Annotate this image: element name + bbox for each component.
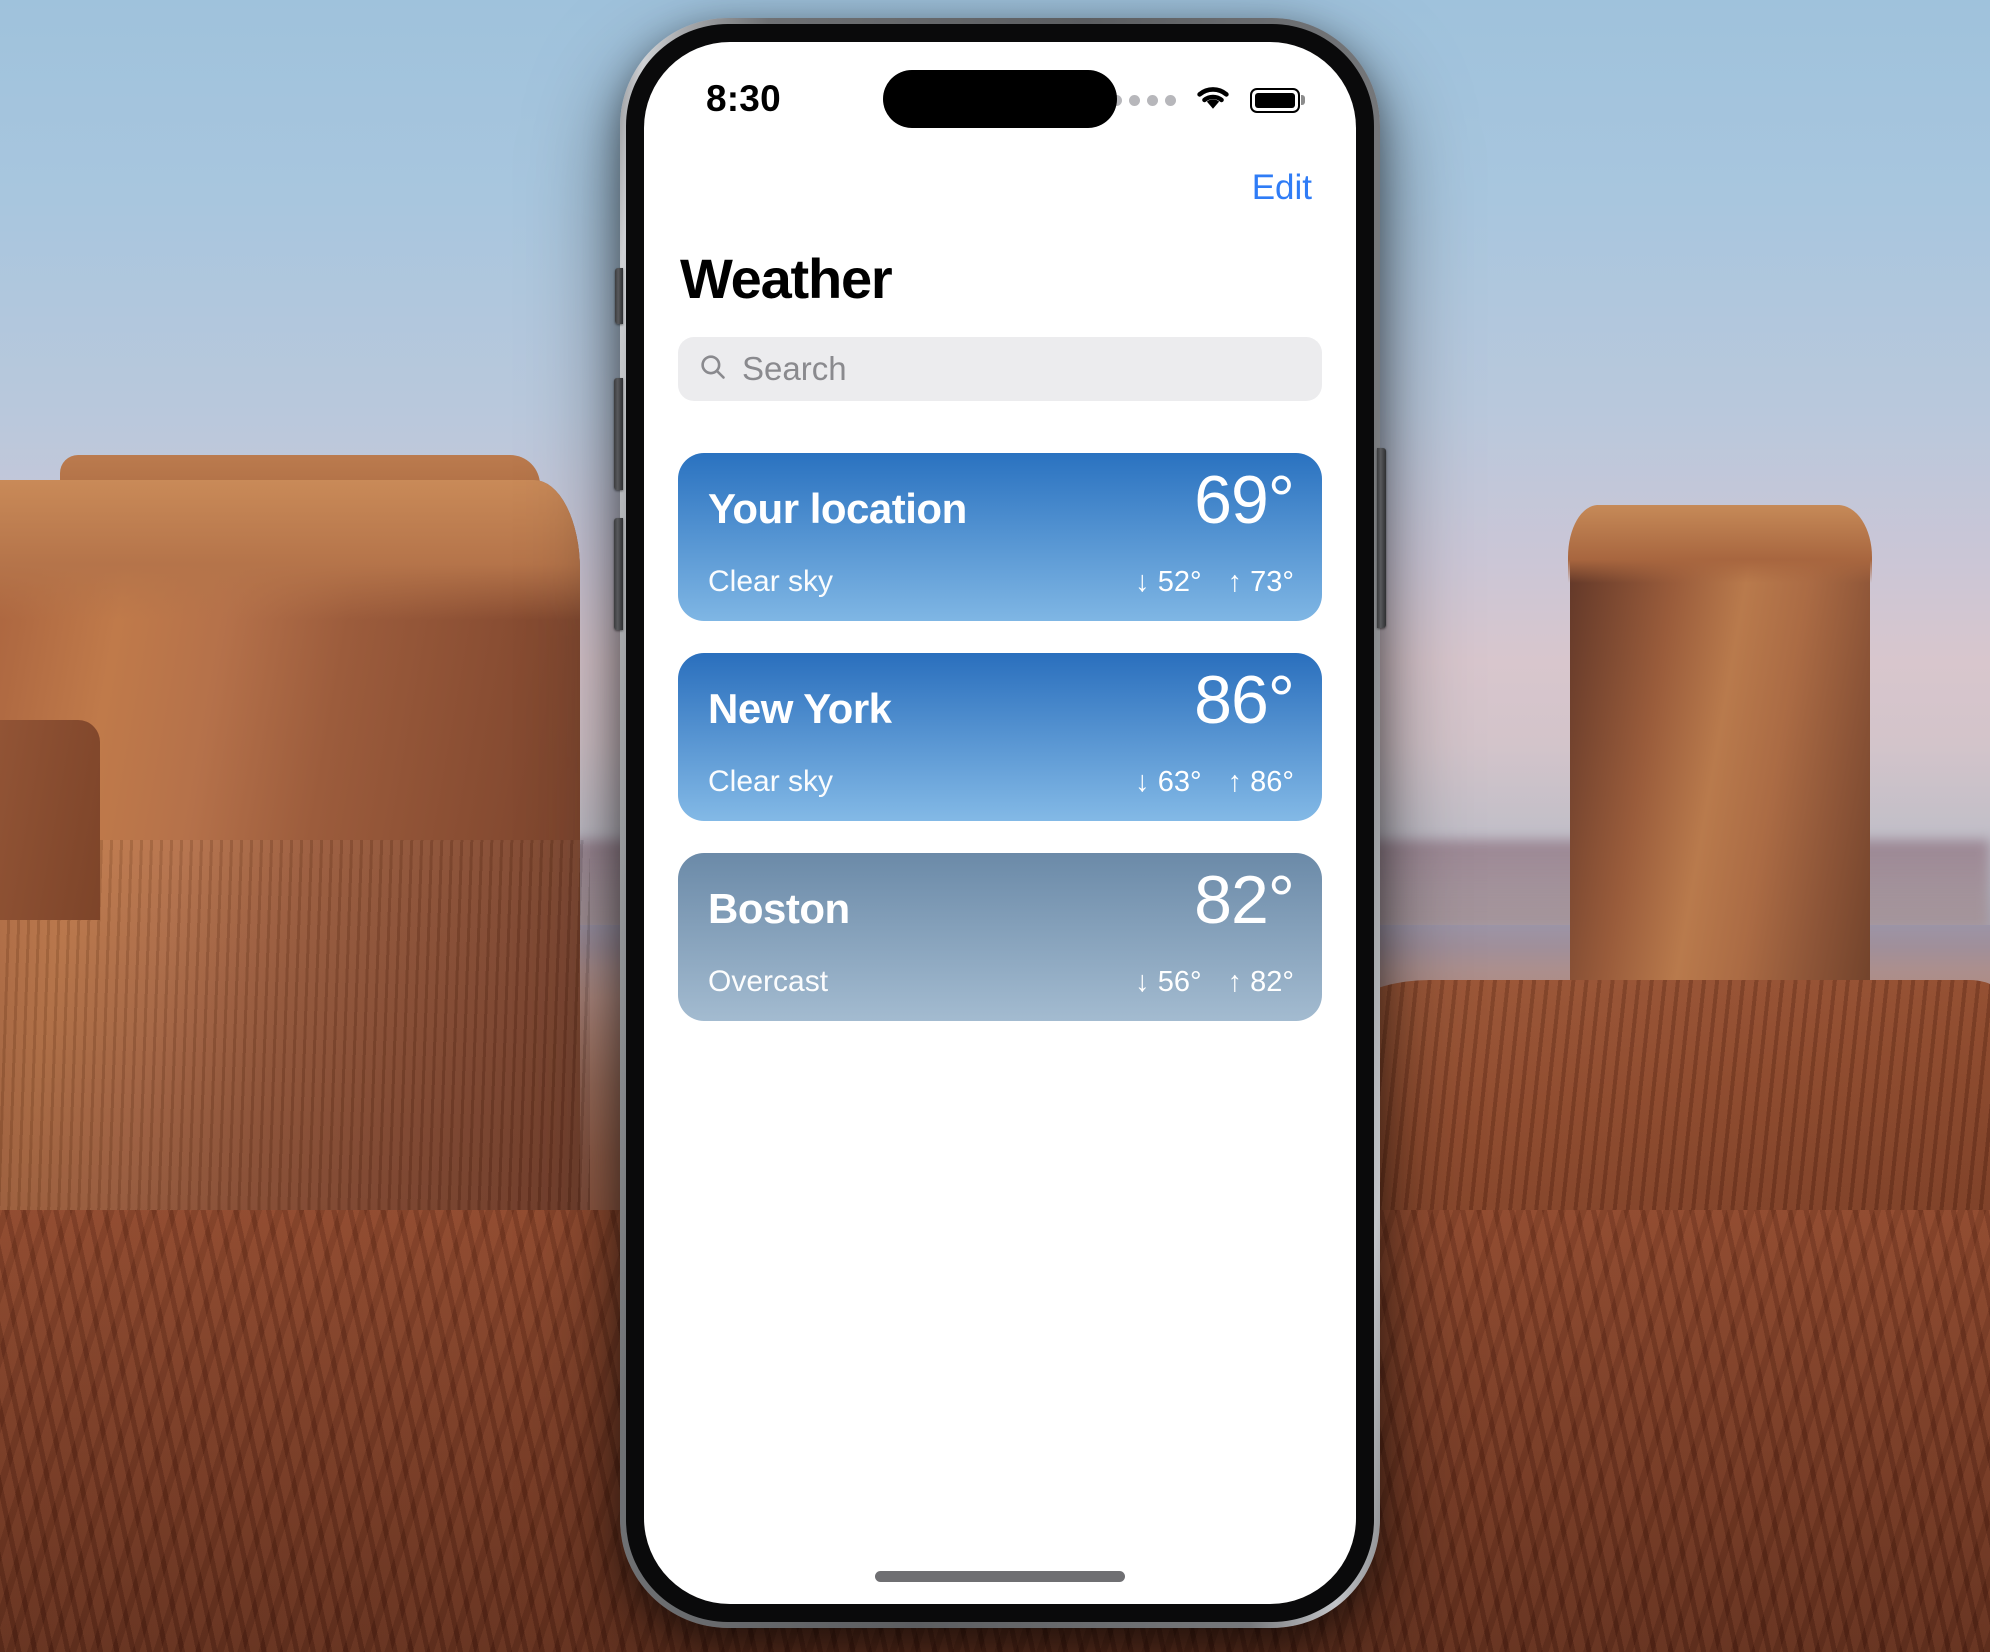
device-screen: 8:30 Edit Weather Search Your location 6… bbox=[644, 42, 1356, 1604]
nav-bar: Edit bbox=[678, 150, 1322, 212]
battery-icon bbox=[1250, 87, 1300, 113]
weather-app: Edit Weather Search Your location 69° Clea… bbox=[644, 150, 1356, 1604]
city-temperature: 82° bbox=[1194, 862, 1295, 938]
city-temperature: 86° bbox=[1194, 662, 1295, 738]
city-name: Boston bbox=[708, 885, 850, 932]
city-card-bottom: Clear sky ↓ 52° ↑ 73° bbox=[708, 565, 1294, 599]
city-card[interactable]: Your location 69° Clear sky ↓ 52° ↑ 73° bbox=[678, 453, 1322, 621]
volume-up-button[interactable] bbox=[614, 378, 623, 490]
city-name: New York bbox=[708, 685, 892, 732]
home-indicator[interactable] bbox=[875, 1571, 1125, 1582]
city-temperature: 69° bbox=[1194, 462, 1295, 538]
city-card[interactable]: New York 86° Clear sky ↓ 63° ↑ 86° bbox=[678, 653, 1322, 821]
city-condition: Clear sky bbox=[708, 765, 834, 798]
city-temp-high: ↑ 86° bbox=[1227, 766, 1294, 798]
city-card-bottom: Clear sky ↓ 63° ↑ 86° bbox=[708, 765, 1294, 799]
status-bar-time: 8:30 bbox=[706, 78, 781, 119]
city-temp-low: ↓ 52° bbox=[1135, 566, 1202, 598]
city-temp-low: ↓ 63° bbox=[1135, 766, 1202, 798]
edit-button[interactable]: Edit bbox=[1250, 164, 1314, 212]
city-card-top: Boston 82° bbox=[708, 866, 1295, 934]
search-placeholder: Search bbox=[742, 350, 847, 387]
search-input[interactable]: Search bbox=[678, 337, 1322, 401]
city-temp-low: ↓ 56° bbox=[1135, 966, 1202, 998]
city-card[interactable]: Boston 82° Overcast ↓ 56° ↑ 82° bbox=[678, 853, 1322, 1021]
wifi-icon bbox=[1193, 83, 1233, 117]
silence-switch[interactable] bbox=[615, 268, 623, 324]
city-temp-range: ↓ 56° ↑ 82° bbox=[1135, 966, 1294, 999]
city-condition: Overcast bbox=[708, 965, 829, 998]
search-icon bbox=[698, 352, 728, 387]
city-condition: Clear sky bbox=[708, 565, 834, 598]
city-card-top: Your location 69° bbox=[708, 466, 1295, 534]
city-card-bottom: Overcast ↓ 56° ↑ 82° bbox=[708, 965, 1294, 999]
power-button[interactable] bbox=[1377, 448, 1386, 628]
volume-down-button[interactable] bbox=[614, 518, 623, 630]
cellular-dots-icon bbox=[1111, 94, 1176, 106]
battery-fill bbox=[1255, 92, 1295, 108]
city-temp-range: ↓ 52° ↑ 73° bbox=[1135, 566, 1294, 599]
city-name: Your location bbox=[708, 485, 967, 532]
city-list: Your location 69° Clear sky ↓ 52° ↑ 73° New Y… bbox=[678, 453, 1322, 1021]
iphone-device: 8:30 Edit Weather Search Your location 6… bbox=[614, 18, 1386, 1628]
left-small-rock bbox=[0, 720, 100, 920]
city-temp-range: ↓ 63° ↑ 86° bbox=[1135, 766, 1294, 799]
city-card-top: New York 86° bbox=[708, 666, 1295, 734]
city-temp-high: ↑ 73° bbox=[1227, 566, 1294, 598]
status-bar-indicators bbox=[1111, 83, 1300, 117]
right-butte-rock bbox=[1568, 505, 1872, 1045]
page-title: Weather bbox=[680, 247, 893, 310]
dynamic-island[interactable] bbox=[883, 70, 1117, 128]
city-temp-high: ↑ 82° bbox=[1227, 966, 1294, 998]
